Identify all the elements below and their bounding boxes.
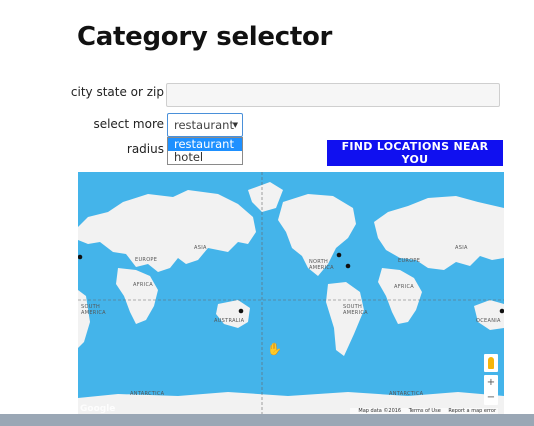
land-south-america-left (78, 290, 90, 348)
land-africa-right (378, 268, 422, 324)
world-map[interactable]: ASIA EUROPE AFRICA SOUTH AMERICA ANTARCT… (78, 172, 504, 416)
category-select-value: restaurant (174, 118, 234, 132)
map-label-antarctica-right: ANTARCTICA (389, 391, 424, 397)
map-label-australia: AUSTRALIA (214, 318, 245, 324)
location-marker[interactable] (238, 308, 244, 314)
location-marker[interactable] (345, 263, 351, 269)
category-select[interactable]: restaurant ▼ (167, 113, 243, 137)
map-label-oceania: OCEANIA (476, 318, 501, 324)
map-label-antarctica-left: ANTARCTICA (130, 391, 165, 397)
map-label-north-america: NORTH AMERICA (309, 259, 334, 271)
land-eurasia-left (78, 190, 256, 272)
map-label-europe-left: EUROPE (135, 257, 158, 263)
land-oceania-right (474, 300, 504, 330)
category-dropdown[interactable]: restaurant hotel (167, 137, 243, 165)
map-label-south-america-left: SOUTH AMERICA (81, 304, 106, 316)
zoom-in-button[interactable]: + (487, 377, 495, 388)
city-input[interactable] (166, 83, 500, 107)
dropdown-caret-icon: ▼ (232, 121, 238, 129)
map-tiles (78, 172, 504, 416)
bottom-bar (0, 414, 534, 426)
hand-cursor-icon: ✋ (267, 342, 282, 356)
land-africa-left (116, 268, 158, 324)
map-label-africa-left: AFRICA (133, 282, 153, 288)
location-marker[interactable] (336, 252, 342, 258)
street-view-pegman[interactable] (484, 354, 498, 372)
zoom-controls[interactable]: + − (484, 375, 498, 405)
map-label-africa-right: AFRICA (394, 284, 414, 290)
google-logo: Google (80, 404, 116, 414)
map-label-europe-right: EUROPE (398, 258, 421, 264)
land-greenland (248, 182, 283, 212)
map-label-asia-right: ASIA (455, 245, 468, 251)
city-label: city state or zip (70, 85, 164, 99)
land-eurasia-right (374, 196, 504, 270)
option-hotel[interactable]: hotel (168, 151, 242, 164)
page-title: Category selector (77, 22, 333, 52)
map-label-south-america: SOUTH AMERICA (343, 304, 368, 316)
pegman-icon (488, 357, 494, 369)
land-south-america (326, 282, 364, 356)
zoom-out-button[interactable]: − (487, 392, 495, 403)
map-label-asia-left: ASIA (194, 245, 207, 251)
radius-label: radius (126, 142, 164, 156)
select-more-label: select more (93, 117, 164, 131)
location-marker[interactable] (78, 254, 83, 260)
find-locations-button[interactable]: FIND LOCATIONS NEAR YOU (327, 140, 503, 166)
